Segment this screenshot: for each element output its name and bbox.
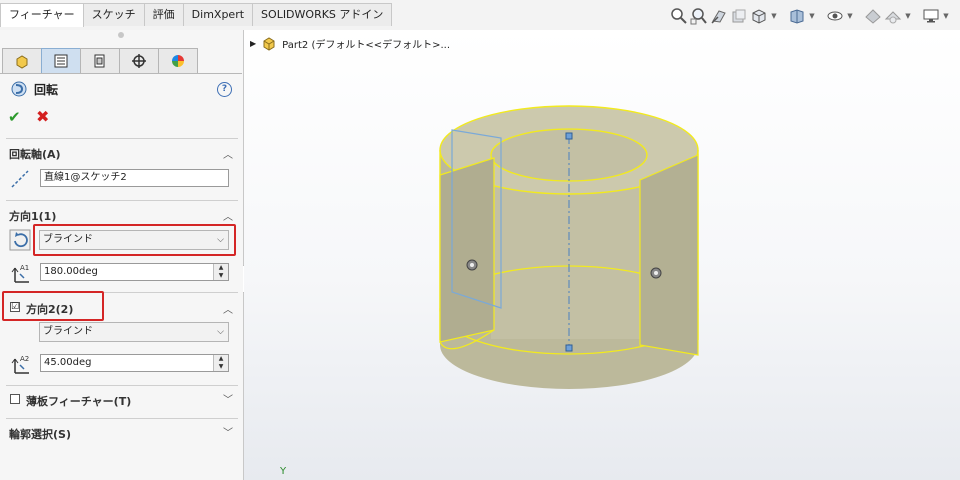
direction2-angle-spinner[interactable]: ▲▼ [213, 355, 228, 371]
feature-name: 回転 [34, 81, 58, 98]
direction1-handle-icon [467, 260, 477, 270]
dimxpert-tab[interactable] [119, 48, 159, 74]
axis-selection-field[interactable]: 直線1@スケッチ2 [40, 169, 229, 187]
hide-show-icon[interactable] [826, 7, 844, 25]
thin-feature-checkbox[interactable] [10, 394, 20, 404]
property-manager: 回転 ? ✔ ✖ 回転軸(A) ︿ 直線1@スケッチ2 方向1(1) ︿ ブライ… [0, 30, 244, 480]
propertymanager-tab[interactable] [41, 48, 81, 74]
help-icon[interactable]: ? [217, 82, 232, 97]
configurationmanager-icon [92, 53, 108, 69]
axis-collapse-icon[interactable]: ︿ [223, 146, 233, 161]
direction1-collapse-icon[interactable]: ︿ [223, 208, 233, 223]
propertymanager-icon [53, 53, 69, 69]
tab-dimxpert[interactable]: DimXpert [183, 3, 253, 26]
view-orientation-dropdown-icon[interactable]: ▼ [770, 12, 778, 20]
direction2-checkbox[interactable]: ☑ [10, 302, 20, 312]
right-cut-face [640, 155, 698, 355]
previous-view-icon[interactable] [710, 7, 728, 25]
direction2-angle-value: 45.00deg [44, 357, 91, 368]
direction2-angle-field[interactable]: 45.00deg ▲▼ [40, 354, 229, 372]
svg-text:A2: A2 [20, 355, 29, 363]
direction2-collapse-icon[interactable]: ︿ [223, 301, 233, 316]
zoom-area-icon[interactable] [690, 7, 708, 25]
tab-evaluate[interactable]: 評価 [144, 3, 184, 26]
command-manager: フィーチャー スケッチ 評価 DimXpert SOLIDWORKS アドイン … [0, 0, 960, 31]
panel-grip[interactable] [118, 32, 124, 38]
direction2-end-condition-value: ブラインド [43, 326, 93, 337]
direction2-end-condition-select[interactable]: ブラインド ⌵ [39, 322, 229, 342]
direction2-angle-icon: A2 [11, 353, 33, 378]
tab-features[interactable]: フィーチャー [0, 3, 84, 27]
featuremanager-tab[interactable] [2, 48, 42, 74]
contours-expand-icon[interactable]: ﹀ [223, 424, 233, 439]
triad-y-label: Y [280, 466, 286, 477]
axis-section-title[interactable]: 回転軸(A) [9, 146, 61, 162]
cancel-button[interactable]: ✖ [36, 107, 49, 126]
chevron-down-icon: ⌵ [217, 323, 224, 341]
displaymanager-tab[interactable] [158, 48, 198, 74]
apply-scene-icon[interactable] [884, 7, 902, 25]
displaymanager-icon [170, 53, 186, 69]
axis-endpoint-bottom [566, 345, 572, 351]
command-tabs: フィーチャー スケッチ 評価 DimXpert SOLIDWORKS アドイン [0, 3, 391, 27]
zoom-fit-icon[interactable] [670, 7, 688, 25]
direction1-angle-spinner[interactable]: ▲▼ [213, 264, 228, 280]
contours-section-title[interactable]: 輪郭選択(S) [9, 426, 71, 442]
graphics-area[interactable]: ▶ Part2 (デフォルト<<デフォルト>... Y [244, 30, 960, 480]
direction1-angle-icon: A1 [11, 262, 33, 287]
view-orientation-icon[interactable] [750, 7, 768, 25]
dimxpert-icon [131, 53, 147, 69]
direction1-angle-field[interactable]: 180.00deg ▲▼ [40, 263, 229, 281]
svg-text:A1: A1 [20, 264, 29, 272]
axis-line-icon [10, 169, 30, 192]
direction1-angle-value: 180.00deg [44, 266, 98, 277]
tab-addins[interactable]: SOLIDWORKS アドイン [252, 3, 392, 26]
configurationmanager-tab[interactable] [80, 48, 120, 74]
tab-sketch[interactable]: スケッチ [83, 3, 145, 26]
left-cut-face [440, 158, 494, 342]
revolve-icon [10, 80, 28, 98]
featuremanager-icon [14, 53, 30, 69]
manager-tabs [2, 48, 197, 72]
scene-dropdown-icon[interactable]: ▼ [904, 12, 912, 20]
ok-button[interactable]: ✔ [8, 108, 21, 126]
view-settings-icon[interactable] [922, 7, 940, 25]
view-settings-dropdown-icon[interactable]: ▼ [942, 12, 950, 20]
model-view[interactable] [244, 30, 960, 480]
heads-up-toolbar: ▼ ▼ ▼ ▼ ▼ [670, 5, 950, 27]
axis-endpoint-top [566, 133, 572, 139]
direction1-section-title[interactable]: 方向1(1) [9, 208, 56, 224]
reverse-direction-icon[interactable] [9, 229, 31, 254]
direction2-section-title[interactable]: 方向2(2) [26, 301, 73, 317]
feature-title: 回転 [10, 80, 58, 98]
hide-show-dropdown-icon[interactable]: ▼ [846, 12, 854, 20]
edit-appearance-icon[interactable] [864, 7, 882, 25]
section-view-icon[interactable] [730, 7, 748, 25]
display-style-icon[interactable] [788, 7, 806, 25]
display-style-dropdown-icon[interactable]: ▼ [808, 12, 816, 20]
thin-feature-expand-icon[interactable]: ﹀ [223, 391, 233, 406]
direction1-highlight [33, 224, 236, 256]
direction2-handle-icon [651, 268, 661, 278]
thin-feature-section-title[interactable]: 薄板フィーチャー(T) [26, 393, 131, 409]
